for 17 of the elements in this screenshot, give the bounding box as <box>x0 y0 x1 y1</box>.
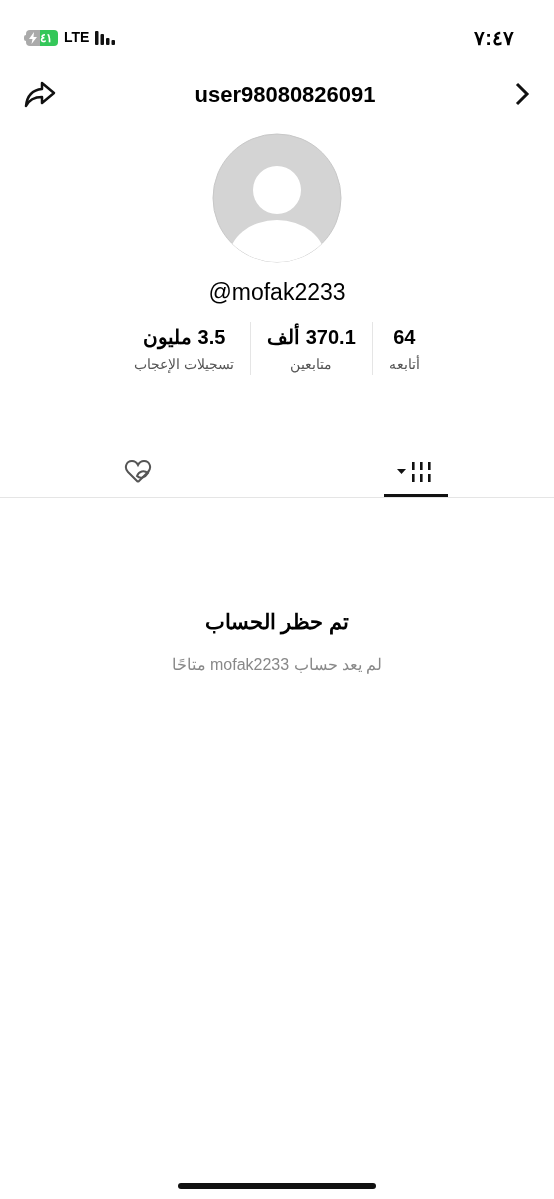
signal-icon <box>95 30 118 45</box>
stat-label: تسجيلات الإعجاب <box>134 354 235 375</box>
notice-title: تم حظر الحساب <box>204 608 350 637</box>
network-type: LTE <box>64 28 90 47</box>
profile-handle: @mofak2233 <box>208 278 346 307</box>
username-title: user98080826091 <box>194 80 376 109</box>
stat-label: أتابعه <box>388 354 420 374</box>
stat-value: 3.5 مليون <box>143 324 226 352</box>
avatar-icon <box>212 133 342 263</box>
hidden-heart-icon <box>123 458 154 485</box>
status-time: ٧:٤٧ <box>474 25 514 51</box>
stat-value: 370.1 ألف <box>267 322 356 350</box>
chevron-right-icon[interactable] <box>514 81 530 107</box>
notice-message: لم يعد حساب mofak2233 متاحًا <box>171 655 383 676</box>
stat-value: 64 <box>393 324 416 350</box>
stat-label: متابعين <box>290 354 333 375</box>
share-icon[interactable] <box>24 80 56 108</box>
